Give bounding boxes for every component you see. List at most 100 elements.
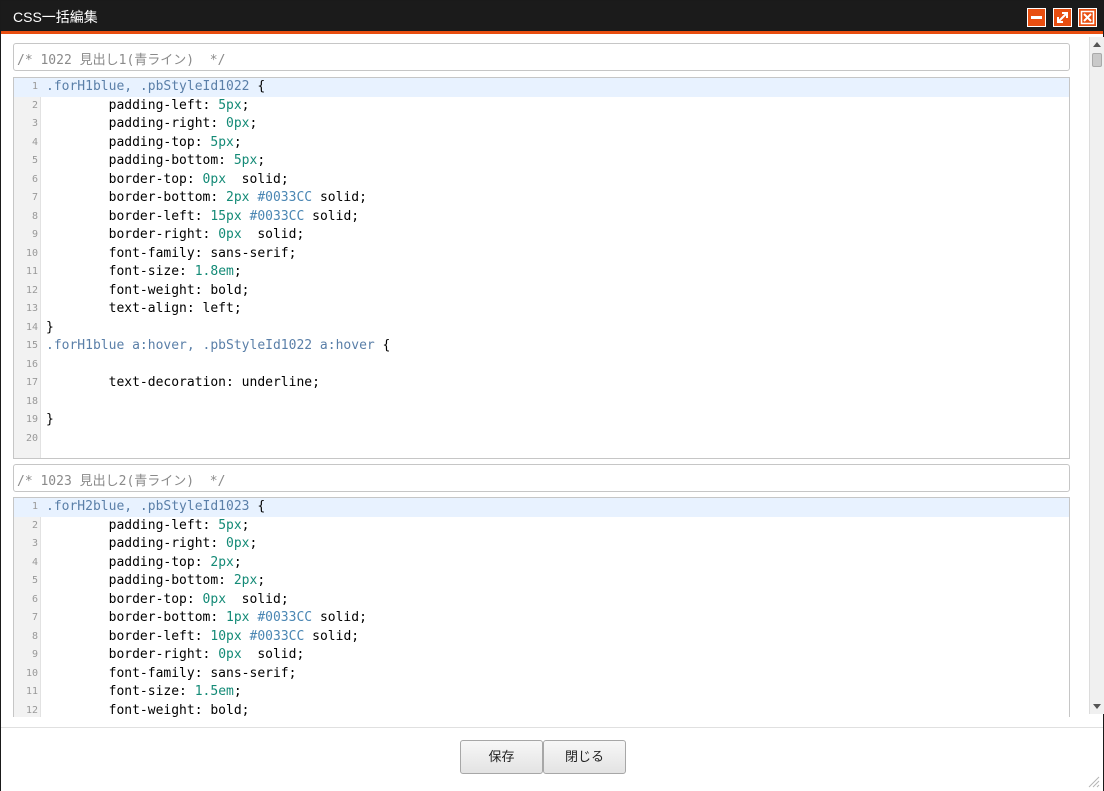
scroll-up-icon[interactable] (1093, 42, 1101, 47)
line-number: 9 (31, 229, 38, 240)
code-line[interactable]: 5 padding-bottom: 2px; (14, 572, 1069, 591)
code-token: padding-right: (46, 536, 227, 551)
line-number: 4 (31, 556, 38, 568)
maximize-icon (1057, 12, 1068, 23)
code-token: 1.8em (194, 264, 234, 279)
code-token: #0033CC (257, 610, 313, 625)
line-number: 2 (31, 99, 38, 111)
code-text: padding-left: 5px; (46, 97, 250, 116)
css-comment-field[interactable]: /* 1022 見出し1(青ライン) */ (13, 43, 1070, 71)
code-text: padding-right: 0px; (46, 535, 258, 554)
line-number: 16 (25, 358, 38, 370)
code-line[interactable]: 10 font-family: sans-serif; (14, 245, 1069, 264)
resize-grip-icon[interactable] (1086, 774, 1100, 788)
code-line[interactable]: 4 padding-top: 5px; (14, 134, 1069, 153)
code-token: 2px (210, 554, 234, 570)
code-token: 5px (210, 134, 234, 150)
code-text: font-family: sans-serif; (46, 245, 297, 264)
code-line[interactable]: 14} (14, 319, 1069, 338)
code-token: #0033CC (249, 628, 305, 644)
code-line[interactable]: 7 border-bottom: 2px #0033CC solid; (14, 189, 1069, 208)
code-token: padding-left: (46, 97, 219, 113)
title-bar[interactable]: CSS一括編集 (1, 1, 1103, 34)
code-text: font-family: sans-serif; (46, 665, 297, 684)
code-line[interactable]: 1 .forH1blue, .pbStyleId1022 { (14, 78, 1069, 97)
code-line[interactable]: 2 padding-left: 5px; (14, 517, 1069, 536)
css-comment-field[interactable]: /* 1023 見出し2(青ライン) */ (13, 464, 1070, 492)
code-line[interactable]: 12 font-weight: bold; (14, 702, 1069, 718)
close-window-button[interactable] (1078, 8, 1097, 27)
line-number: 1 (31, 81, 38, 92)
code-line[interactable]: 13 text-align: left; (14, 300, 1069, 319)
code-line[interactable]: 6 border-top: 0px solid; (14, 171, 1069, 190)
code-line[interactable]: 3 padding-right: 0px; (14, 535, 1069, 554)
save-button[interactable]: 保存 (460, 740, 543, 774)
line-number: 18 (25, 395, 38, 407)
code-token: border-right: (46, 227, 219, 242)
code-line[interactable]: 6 border-top: 0px solid; (14, 591, 1069, 610)
scroll-content[interactable]: /* 1022 見出し1(青ライン) */ 1 .forH1blue, .pbSt… (1, 34, 1089, 717)
scroll-down-icon[interactable] (1093, 704, 1101, 709)
code-token: { (249, 79, 266, 94)
css-code-editor[interactable]: 1 .forH2blue, .pbStyleId1023 {2 padding-l… (13, 497, 1070, 717)
line-number: 10 (25, 247, 38, 259)
line-number: 12 (25, 284, 38, 296)
code-text: border-top: 0px solid; (46, 171, 289, 190)
code-line[interactable]: 12 font-weight: bold; (14, 282, 1069, 301)
code-line[interactable]: 9 border-right: 0px solid; (14, 226, 1069, 245)
code-token: solid; (241, 647, 305, 662)
code-line[interactable]: 8 border-left: 15px #0033CC solid; (14, 208, 1069, 227)
code-token: 5px (218, 517, 242, 533)
code-line[interactable]: 5 padding-bottom: 5px; (14, 152, 1069, 171)
code-line[interactable]: 11 font-size: 1.5em; (14, 683, 1069, 702)
line-number: 11 (25, 266, 38, 277)
code-line[interactable]: 16 (14, 356, 1069, 375)
code-token: ; (233, 134, 242, 150)
maximize-button[interactable] (1053, 8, 1072, 27)
code-line[interactable]: 15 .forH1blue a:hover, .pbStyleId1022 a:h… (14, 337, 1069, 356)
code-token: #0033CC (249, 208, 305, 224)
code-line[interactable]: 10 font-family: sans-serif; (14, 665, 1069, 684)
vertical-scrollbar[interactable] (1089, 37, 1104, 714)
code-line[interactable]: 19} (14, 411, 1069, 430)
minimize-button[interactable] (1027, 8, 1046, 27)
code-text: border-bottom: 1px #0033CC solid; (46, 609, 367, 628)
code-text: font-weight: bold; (46, 702, 250, 718)
code-text: border-top: 0px solid; (46, 591, 289, 610)
code-text: .forH1blue, .pbStyleId1022 { (46, 78, 265, 97)
code-line[interactable]: 20 (14, 430, 1069, 449)
code-line[interactable]: 4 padding-top: 2px; (14, 554, 1069, 573)
code-line[interactable]: 8 border-left: 10px #0033CC solid; (14, 628, 1069, 647)
code-text: padding-right: 0px; (46, 115, 258, 134)
code-line[interactable]: 1 .forH2blue, .pbStyleId1023 { (14, 498, 1069, 517)
code-line[interactable]: 11 font-size: 1.8em; (14, 263, 1069, 282)
code-line[interactable]: 17 text-decoration: underline; (14, 374, 1069, 393)
code-line[interactable]: 18 (14, 393, 1069, 412)
line-number: 15 (25, 340, 38, 351)
line-number: 8 (31, 630, 38, 642)
code-token: 2px (226, 190, 250, 205)
line-number: 13 (25, 303, 38, 314)
code-token: border-bottom: (46, 190, 227, 205)
code-token: font-family: sans-serif; (46, 665, 297, 681)
dialog-title: CSS一括編集 (13, 9, 98, 25)
code-line[interactable]: 2 padding-left: 5px; (14, 97, 1069, 116)
code-token: font-size: (46, 684, 195, 699)
close-button[interactable]: 閉じる (543, 740, 626, 774)
code-line[interactable]: 9 border-right: 0px solid; (14, 646, 1069, 665)
code-token: 0px (226, 536, 250, 551)
code-token: border-top: (46, 591, 203, 607)
code-line[interactable]: 7 border-bottom: 1px #0033CC solid; (14, 609, 1069, 628)
scroll-thumb[interactable] (1092, 53, 1102, 67)
line-number: 8 (31, 210, 38, 222)
line-number: 6 (31, 593, 38, 605)
code-token: 10px (210, 628, 242, 644)
code-text: .forH2blue, .pbStyleId1023 { (46, 498, 265, 517)
css-code-editor[interactable]: 1 .forH1blue, .pbStyleId1022 {2 padding-l… (13, 77, 1070, 459)
line-number: 9 (31, 649, 38, 660)
code-token: ; (257, 573, 266, 588)
code-token: ; (249, 116, 258, 131)
code-token: } (46, 412, 54, 427)
code-line[interactable]: 3 padding-right: 0px; (14, 115, 1069, 134)
